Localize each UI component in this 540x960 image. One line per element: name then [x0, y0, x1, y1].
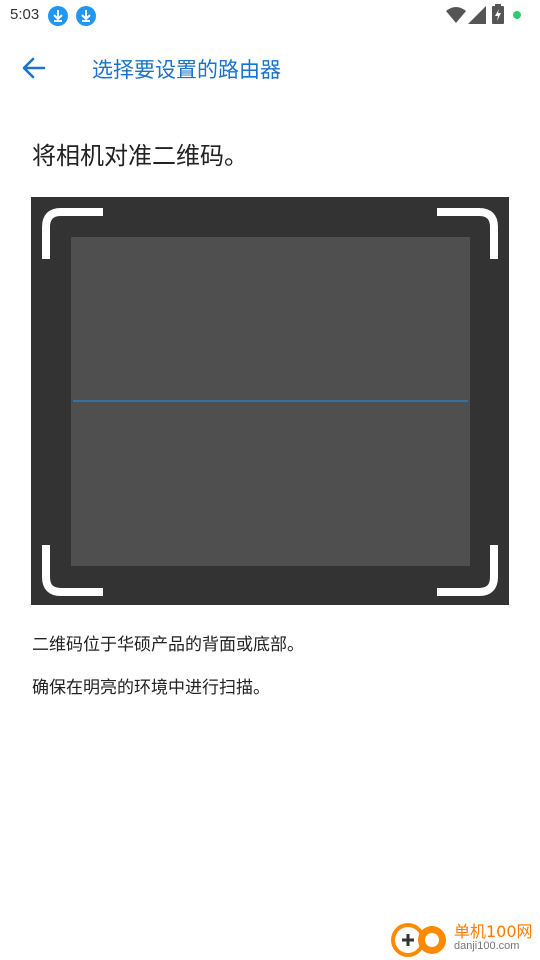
download-icon: [48, 6, 68, 26]
app-bar: 选择要设置的路由器: [0, 32, 540, 104]
page-title: 选择要设置的路由器: [92, 58, 281, 82]
scan-instruction-headline: 将相机对准二维码。: [32, 142, 248, 170]
corner-top-left: [42, 208, 103, 259]
qr-location-note: 二维码位于华硕产品的背面或底部。: [32, 635, 304, 655]
watermark-url: danji100.com: [454, 940, 520, 952]
scan-line: [73, 400, 468, 402]
watermark-name: 单机100网: [454, 922, 533, 941]
lighting-note: 确保在明亮的环境中进行扫描。: [32, 678, 270, 698]
battery-icon: [492, 4, 504, 24]
danji-logo-icon: [391, 923, 446, 957]
qr-scanner-frame: [31, 197, 509, 605]
notification-dot-icon: [513, 11, 521, 19]
status-bar: 5:03: [0, 0, 540, 32]
back-button[interactable]: [16, 50, 56, 86]
wifi-icon: [446, 7, 466, 23]
status-time: 5:03: [10, 6, 40, 23]
watermark: 单机100网 danji100.com: [388, 916, 538, 960]
download-icon: [76, 6, 96, 26]
signal-icon: [468, 6, 486, 24]
corner-bottom-left: [42, 545, 103, 596]
arrow-left-icon[interactable]: [16, 50, 56, 86]
corner-top-right: [437, 208, 498, 259]
corner-bottom-right: [437, 545, 498, 596]
camera-viewport: [71, 237, 470, 566]
